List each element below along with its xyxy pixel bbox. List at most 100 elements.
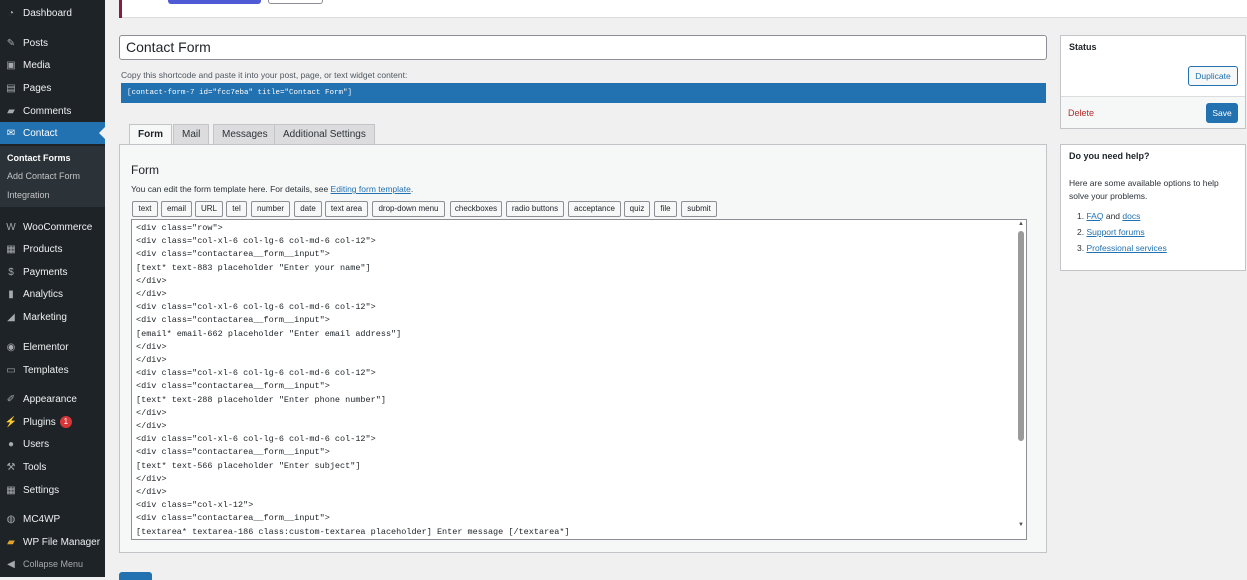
docs-link[interactable]: docs <box>1122 211 1140 221</box>
form-panel-heading: Form <box>131 163 159 177</box>
tag-button-date[interactable]: date <box>294 201 322 217</box>
editing-form-template-link[interactable]: Editing form template <box>331 184 411 194</box>
sidebar-item-analytics[interactable]: ▮ Analytics <box>0 283 105 305</box>
sidebar-item-label: Posts <box>23 37 49 49</box>
tag-button-submit[interactable]: submit <box>681 201 717 217</box>
code-line: <div class="contactarea__form__input"> <box>136 447 330 458</box>
products-icon: ▦ <box>6 243 16 255</box>
tab-messages[interactable]: Messages <box>213 124 277 145</box>
sidebar-item-appearance[interactable]: ✐ Appearance <box>0 388 105 410</box>
notice-secondary-button[interactable] <box>268 0 323 4</box>
sidebar-item-label: Templates <box>23 364 69 376</box>
sidebar-item-users[interactable]: ● Users <box>0 433 105 455</box>
scroll-down-icon[interactable]: ▼ <box>1017 522 1025 528</box>
sidebar-item-woocommerce[interactable]: W WooCommerce <box>0 216 105 238</box>
sidebar-item-label: Comments <box>23 105 72 117</box>
sidebar-item-label: Marketing <box>23 311 67 323</box>
tag-button-number[interactable]: number <box>251 201 290 217</box>
sidebar-item-media[interactable]: ▣ Media <box>0 54 105 76</box>
sidebar-item-label: Collapse Menu <box>23 559 84 569</box>
sidebar-item-dashboard[interactable]: ◔ Dashboard <box>0 2 105 24</box>
professional-services-link[interactable]: Professional services <box>1086 243 1166 253</box>
folder-icon: ▭ <box>6 364 16 376</box>
scroll-up-icon[interactable]: ▲ <box>1017 221 1025 227</box>
help-item-2: 2. Support forums <box>1077 227 1145 237</box>
tag-button-quiz[interactable]: quiz <box>624 201 650 217</box>
contact-submenu: Contact Forms Add Contact Form Integrati… <box>0 146 105 207</box>
bottom-save-button[interactable] <box>119 572 152 580</box>
help-and: and <box>1105 211 1121 221</box>
sidebar-item-mc4wp[interactable]: ◍ MC4WP <box>0 508 105 530</box>
sidebar-item-marketing[interactable]: ◢ Marketing <box>0 306 105 328</box>
tag-button-tel[interactable]: tel <box>226 201 247 217</box>
submenu-item-contact-forms[interactable]: Contact Forms <box>7 153 71 163</box>
sidebar-item-posts[interactable]: ✎ Posts <box>0 32 105 54</box>
brush-icon: ✐ <box>6 393 16 405</box>
sidebar-item-products[interactable]: ▦ Products <box>0 238 105 260</box>
duplicate-button[interactable]: Duplicate <box>1188 66 1238 86</box>
settings-icon: ▦ <box>6 484 16 496</box>
sidebar-item-label: Plugins <box>23 416 56 428</box>
form-description: You can edit the form template here. For… <box>131 184 413 194</box>
tab-mail[interactable]: Mail <box>173 124 210 145</box>
sidebar-item-settings[interactable]: ▦ Settings <box>0 479 105 501</box>
form-title-input[interactable]: Contact Form <box>119 35 1047 60</box>
pin-icon: ✎ <box>6 37 16 49</box>
notice-accent-line <box>119 0 122 18</box>
tab-additional-settings[interactable]: Additional Settings <box>274 124 375 145</box>
sidebar-item-comments[interactable]: ▰ Comments <box>0 100 105 122</box>
sidebar-item-contact[interactable]: ✉ Contact <box>0 122 105 144</box>
submenu-item-add-contact-form[interactable]: Add Contact Form <box>7 171 80 181</box>
support-forums-link[interactable]: Support forums <box>1086 227 1144 237</box>
tag-button-checkboxes[interactable]: checkboxes <box>450 201 502 217</box>
sidebar-item-wp-file-manager[interactable]: ▰ WP File Manager <box>0 531 105 553</box>
tag-button-text[interactable]: text <box>132 201 158 217</box>
tag-button-dropdown[interactable]: drop-down menu <box>372 201 445 217</box>
sidebar-item-templates[interactable]: ▭ Templates <box>0 359 105 381</box>
tag-button-textarea[interactable]: text area <box>325 201 368 217</box>
scroll-thumb[interactable] <box>1018 231 1024 441</box>
collapse-icon: ◀ <box>7 558 15 570</box>
save-button[interactable]: Save <box>1206 103 1238 123</box>
sidebar-item-label: Appearance <box>23 393 77 405</box>
faq-link[interactable]: FAQ <box>1086 211 1103 221</box>
tag-button-file[interactable]: file <box>654 201 677 217</box>
tag-button-radio[interactable]: radio buttons <box>506 201 564 217</box>
form-template-editor[interactable]: <div class="row"> <div class="col-xl-6 co… <box>131 219 1027 540</box>
sidebar-item-pages[interactable]: ▤ Pages <box>0 77 105 99</box>
tag-button-acceptance[interactable]: acceptance <box>568 201 621 217</box>
form-description-end: . <box>410 184 414 194</box>
shortcode-field[interactable]: [contact-form-7 id="fcc7eba" title="Cont… <box>121 83 1046 103</box>
tag-button-email[interactable]: email <box>161 201 192 217</box>
tag-button-url[interactable]: URL <box>195 201 223 217</box>
code-line: <div class="col-xl-6 col-lg-6 col-md-6 c… <box>136 236 376 247</box>
sidebar-item-payments[interactable]: $ Payments <box>0 261 105 283</box>
code-line: [text* text-288 placeholder "Enter phone… <box>136 394 386 405</box>
collapse-menu-button[interactable]: ◀ Collapse Menu <box>0 553 105 575</box>
code-line: <div class="col-xl-6 col-lg-6 col-md-6 c… <box>136 434 376 445</box>
sidebar-item-plugins[interactable]: ⚡ Plugins 1 <box>0 411 105 433</box>
payments-icon: $ <box>8 266 14 278</box>
submenu-item-integration[interactable]: Integration <box>7 190 50 200</box>
code-line: </div> <box>136 487 167 498</box>
editor-scrollbar[interactable]: ▲ ▼ <box>1017 221 1025 538</box>
code-line: <div class="contactarea__form__input"> <box>136 381 330 392</box>
tab-form[interactable]: Form <box>129 124 172 145</box>
plugin-icon: ⚡ <box>4 416 18 428</box>
code-line: <div class="col-xl-6 col-lg-6 col-md-6 c… <box>136 368 376 379</box>
delete-link[interactable]: Delete <box>1068 108 1094 118</box>
sidebar-item-elementor[interactable]: ◉ Elementor <box>0 336 105 358</box>
wrench-icon: ⚒ <box>6 461 16 473</box>
sidebar-item-tools[interactable]: ⚒ Tools <box>0 456 105 478</box>
code-line: [text* text-566 placeholder "Enter subje… <box>136 460 361 471</box>
users-icon: ● <box>7 438 15 450</box>
woo-icon: W <box>6 221 16 233</box>
sidebar-item-label: Dashboard <box>23 7 72 19</box>
code-line: <div class="contactarea__form__input"> <box>136 513 330 524</box>
help-title: Do you need help? <box>1069 151 1150 161</box>
help-item-3: 3. Professional services <box>1077 243 1167 253</box>
analytics-icon: ▮ <box>8 288 14 300</box>
code-line: </div> <box>136 289 167 300</box>
admin-sidebar: ◔ Dashboard ✎ Posts ▣ Media ▤ Pages ▰ Comment… <box>0 0 105 577</box>
notice-primary-button[interactable] <box>168 0 261 4</box>
